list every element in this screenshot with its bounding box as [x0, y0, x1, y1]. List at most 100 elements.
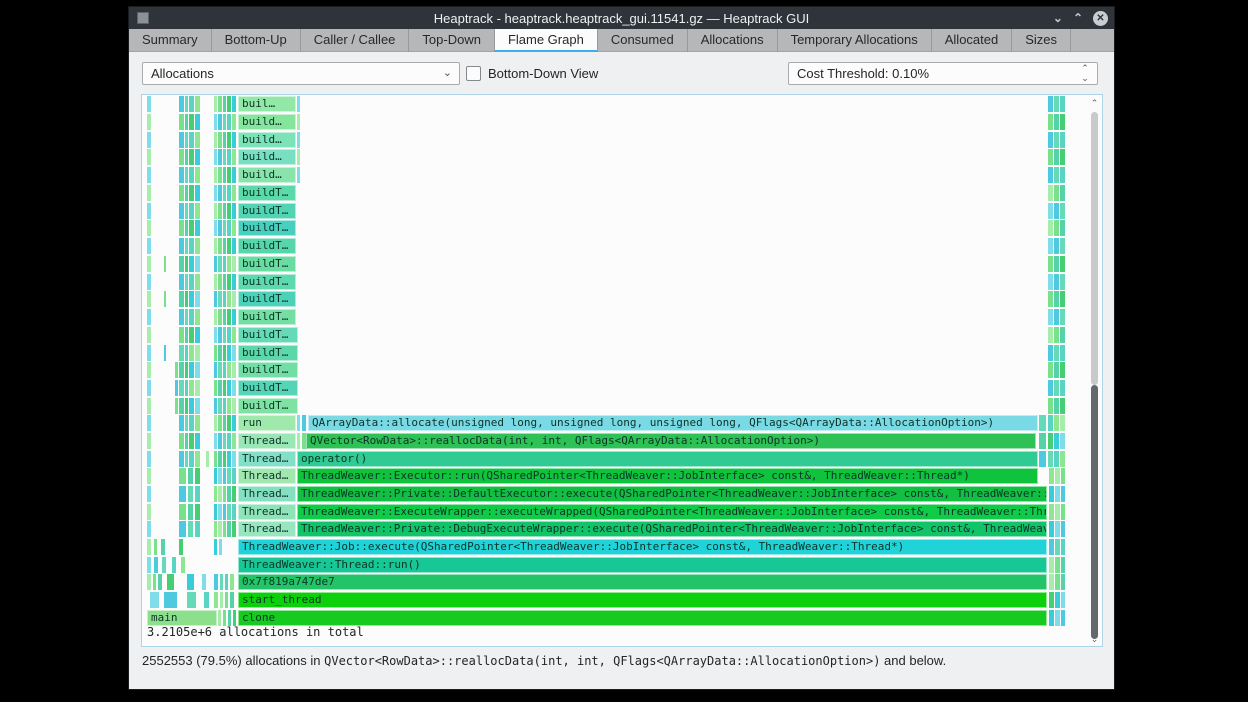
- flame-segment[interactable]: [195, 291, 200, 307]
- flame-segment[interactable]: [1060, 256, 1065, 272]
- flame-bar[interactable]: build…: [238, 149, 296, 165]
- flame-segment[interactable]: [1048, 415, 1053, 431]
- flame-segment[interactable]: [232, 309, 236, 325]
- tab-allocated[interactable]: Allocated: [932, 29, 1013, 52]
- flame-segment[interactable]: [218, 504, 222, 520]
- flame-segment[interactable]: [1061, 574, 1065, 590]
- flame-segment[interactable]: [189, 167, 194, 183]
- flame-segment[interactable]: [214, 132, 217, 148]
- flame-bar[interactable]: operator(): [297, 451, 1038, 467]
- flame-segment[interactable]: [189, 451, 194, 467]
- flame-segment[interactable]: [232, 398, 236, 414]
- flame-segment[interactable]: [214, 114, 217, 130]
- flame-segment[interactable]: [179, 504, 186, 520]
- flame-segment[interactable]: [147, 203, 151, 219]
- flame-segment[interactable]: [185, 291, 188, 307]
- flame-segment[interactable]: [147, 574, 151, 590]
- flame-segment[interactable]: [1048, 203, 1053, 219]
- flame-bar[interactable]: buildT…: [238, 398, 298, 414]
- flame-bar[interactable]: buildT…: [238, 309, 296, 325]
- flame-segment[interactable]: [223, 114, 226, 130]
- flame-segment[interactable]: [1054, 274, 1059, 290]
- flame-segment[interactable]: [167, 574, 174, 590]
- flame-segment[interactable]: [179, 451, 184, 467]
- flame-segment[interactable]: [1060, 220, 1065, 236]
- flame-segment[interactable]: [147, 185, 151, 201]
- flame-segment[interactable]: [227, 132, 231, 148]
- flame-segment[interactable]: [1054, 451, 1059, 467]
- flame-segment[interactable]: [214, 185, 217, 201]
- tab-flame-graph[interactable]: Flame Graph: [494, 29, 598, 52]
- flame-segment[interactable]: [195, 433, 200, 449]
- flame-segment[interactable]: [232, 362, 236, 378]
- flame-segment[interactable]: [188, 486, 193, 502]
- flame-segment[interactable]: [227, 167, 231, 183]
- flame-segment[interactable]: [232, 486, 236, 502]
- flame-segment[interactable]: [223, 96, 226, 112]
- flame-segment[interactable]: [175, 380, 178, 396]
- flame-segment[interactable]: [1060, 203, 1065, 219]
- flame-segment[interactable]: [1039, 415, 1046, 431]
- flame-segment[interactable]: [189, 327, 194, 343]
- flame-segment[interactable]: [232, 274, 236, 290]
- flame-segment[interactable]: [1061, 592, 1065, 608]
- flame-segment[interactable]: [195, 451, 200, 467]
- flame-segment[interactable]: [147, 167, 151, 183]
- flame-segment[interactable]: [185, 327, 188, 343]
- flame-bar[interactable]: Thread…: [238, 468, 296, 484]
- flame-segment[interactable]: [232, 291, 236, 307]
- flame-segment[interactable]: [179, 345, 184, 361]
- flame-segment[interactable]: [227, 504, 231, 520]
- flame-segment[interactable]: [227, 274, 231, 290]
- flame-segment[interactable]: [147, 504, 151, 520]
- flame-segment[interactable]: [227, 362, 231, 378]
- flame-segment[interactable]: [189, 291, 194, 307]
- flame-segment[interactable]: [147, 220, 151, 236]
- flame-segment[interactable]: [232, 521, 236, 537]
- flame-segment[interactable]: [232, 380, 236, 396]
- flame-segment[interactable]: [195, 220, 200, 236]
- flame-segment[interactable]: [1048, 398, 1053, 414]
- flame-segment[interactable]: [223, 256, 226, 272]
- flame-segment[interactable]: [1049, 592, 1054, 608]
- flame-segment[interactable]: [214, 96, 217, 112]
- flame-segment[interactable]: [214, 574, 218, 590]
- flame-segment[interactable]: [195, 521, 200, 537]
- flame-segment[interactable]: [1054, 380, 1059, 396]
- flame-segment[interactable]: [161, 539, 165, 555]
- flame-segment[interactable]: [1054, 256, 1059, 272]
- flame-segment[interactable]: [233, 610, 236, 626]
- flame-segment[interactable]: [189, 415, 194, 431]
- flame-segment[interactable]: [223, 521, 226, 537]
- flame-segment[interactable]: [195, 380, 200, 396]
- flame-segment[interactable]: [179, 114, 184, 130]
- flame-bar[interactable]: run: [238, 415, 296, 431]
- flame-segment[interactable]: [195, 327, 200, 343]
- flame-segment[interactable]: [232, 96, 236, 112]
- flame-segment[interactable]: [1055, 610, 1060, 626]
- flame-segment[interactable]: [147, 468, 151, 484]
- flame-segment[interactable]: [189, 185, 194, 201]
- flame-segment[interactable]: [1054, 345, 1059, 361]
- tab-summary[interactable]: Summary: [129, 29, 212, 52]
- flame-segment[interactable]: [179, 220, 184, 236]
- flame-segment[interactable]: [189, 96, 194, 112]
- flame-bar[interactable]: buildT…: [238, 203, 296, 219]
- flame-segment[interactable]: [1060, 327, 1065, 343]
- flame-segment[interactable]: [1054, 327, 1059, 343]
- flame-segment[interactable]: [1054, 309, 1059, 325]
- flame-segment[interactable]: [223, 362, 226, 378]
- flame-segment[interactable]: [1054, 185, 1059, 201]
- flame-segment[interactable]: [232, 220, 236, 236]
- flame-bar[interactable]: ThreadWeaver::Private::DebugExecuteWrapp…: [297, 521, 1047, 537]
- flame-segment[interactable]: [195, 96, 200, 112]
- flame-segment[interactable]: [218, 433, 222, 449]
- tab-caller-callee[interactable]: Caller / Callee: [301, 29, 410, 52]
- flame-segment[interactable]: [227, 521, 231, 537]
- flame-segment[interactable]: [214, 203, 217, 219]
- flame-segment[interactable]: [232, 415, 236, 431]
- flame-segment[interactable]: [227, 114, 231, 130]
- flame-segment[interactable]: [1061, 610, 1065, 626]
- flame-segment[interactable]: [223, 149, 226, 165]
- flame-segment[interactable]: [185, 433, 188, 449]
